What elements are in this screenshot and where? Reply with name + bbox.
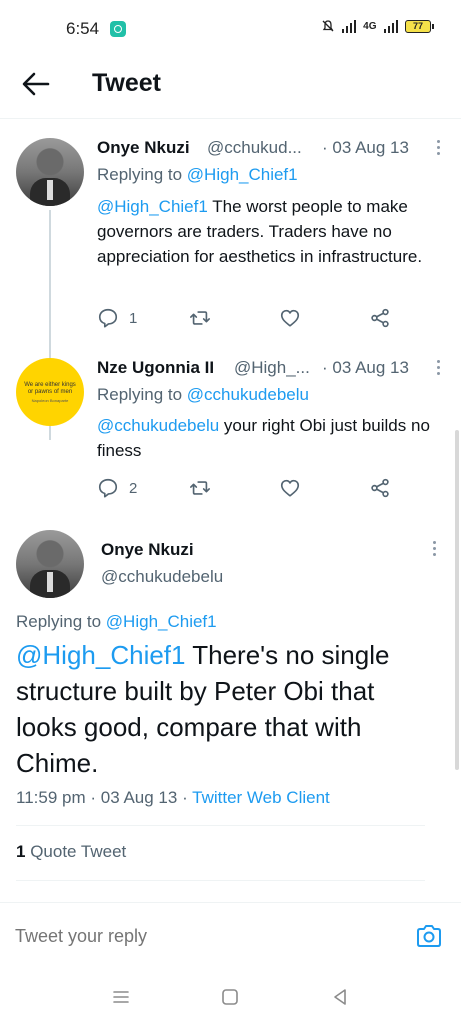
tweet-actions: 1 <box>97 307 461 331</box>
replying-prefix: Replying to <box>16 612 102 631</box>
tweet-text: @High_Chief1 The worst people to make go… <box>97 194 443 269</box>
replying-to: Replying to @High_Chief1 <box>97 165 298 185</box>
tweet-date: · 03 Aug 13 <box>322 358 409 377</box>
status-bar: 6:54 4G 77 <box>0 0 461 56</box>
more-options-icon[interactable] <box>437 360 441 375</box>
tweet-meta: Onye Nkuzi @cchukud... · 03 Aug 13 <box>97 138 461 162</box>
network-type: 4G <box>363 20 377 32</box>
tweet-date: · 03 Aug 13 <box>322 138 409 157</box>
reply-count: 2 <box>129 479 138 497</box>
retweet-icon <box>190 481 210 495</box>
tweet-actions: 2 <box>97 477 461 501</box>
share-button[interactable] <box>369 477 391 499</box>
quote-count: 1 <box>16 842 26 861</box>
tweet-text: @cchukudebelu your right Obi just builds… <box>97 413 443 463</box>
avatar-subtext: Napoleon Bonaparte <box>31 397 69 403</box>
heart-icon <box>280 309 300 327</box>
retweet-button[interactable] <box>189 307 221 329</box>
like-button[interactable] <box>279 307 311 329</box>
scrollbar[interactable] <box>455 430 459 770</box>
retweet-icon <box>190 311 210 325</box>
share-icon <box>371 308 389 328</box>
quote-tweets-link[interactable]: 1 Quote Tweet <box>16 842 126 862</box>
replying-to-link[interactable]: @High_Chief1 <box>106 612 217 631</box>
tweet-date: 03 Aug 13 <box>100 788 178 807</box>
avatar[interactable] <box>16 138 84 206</box>
header-divider <box>0 118 461 119</box>
more-options-icon[interactable] <box>433 541 437 556</box>
main-replying-to: Replying to @High_Chief1 <box>16 612 217 632</box>
share-button[interactable] <box>369 307 391 329</box>
tweet-time: 11:59 pm <box>16 788 86 807</box>
system-nav-bar <box>0 972 461 1024</box>
mute-bell-icon <box>322 20 334 32</box>
heart-icon <box>280 479 300 497</box>
signal-icon-2 <box>383 19 398 33</box>
author-name[interactable]: Onye Nkuzi <box>97 138 190 158</box>
mention-link[interactable]: @cchukudebelu <box>97 416 219 435</box>
page-title: Tweet <box>92 69 161 97</box>
chat-app-icon <box>110 21 126 37</box>
divider <box>16 825 425 826</box>
main-author-name[interactable]: Onye Nkuzi <box>101 540 194 560</box>
avatar[interactable]: We are either kings or pawns of men Napo… <box>16 358 84 426</box>
battery-icon: 77 <box>405 19 434 33</box>
status-time: 6:54 <box>66 19 100 38</box>
reply-button[interactable]: 2 <box>97 477 137 499</box>
replying-prefix: Replying to <box>97 165 183 184</box>
home-icon[interactable] <box>219 986 241 1008</box>
tweet-timestamp: 11:59 pm · 03 Aug 13 · Twitter Web Clien… <box>16 788 330 807</box>
reply-icon <box>98 308 118 328</box>
replying-prefix: Replying to <box>97 385 183 404</box>
back-arrow-icon[interactable] <box>20 70 52 98</box>
share-icon <box>371 478 389 498</box>
tweet-client-link[interactable]: Twitter Web Client <box>192 788 330 807</box>
menu-icon[interactable] <box>110 986 132 1008</box>
author-name[interactable]: Nze Ugonnia II <box>97 358 214 378</box>
replying-to-link[interactable]: @cchukudebelu <box>187 385 309 404</box>
reply-tweet-2[interactable]: We are either kings or pawns of men Napo… <box>0 358 461 508</box>
divider <box>16 880 425 881</box>
main-tweet-text: @High_Chief1 There's no single structure… <box>16 637 425 781</box>
like-button[interactable] <box>279 477 311 499</box>
mention-link[interactable]: @High_Chief1 <box>97 197 208 216</box>
reply-button[interactable]: 1 <box>97 307 137 329</box>
avatar-text: We are either kings or pawns of men <box>24 381 76 395</box>
retweet-button[interactable] <box>189 477 221 499</box>
reply-icon <box>98 478 118 498</box>
author-handle[interactable]: @High_... <box>234 358 310 378</box>
reply-count: 1 <box>129 309 138 327</box>
replying-to: Replying to @cchukudebelu <box>97 385 309 405</box>
quote-label: Quote Tweet <box>30 842 127 861</box>
more-options-icon[interactable] <box>437 140 441 155</box>
main-author-avatar[interactable] <box>16 530 84 598</box>
back-icon[interactable] <box>329 986 351 1008</box>
replying-to-link[interactable]: @High_Chief1 <box>187 165 298 184</box>
main-author-handle[interactable]: @cchukudebelu <box>101 567 223 587</box>
camera-icon[interactable] <box>415 923 443 949</box>
reply-input[interactable] <box>15 926 355 947</box>
status-icons: 4G 77 <box>321 19 434 33</box>
reply-composer <box>0 902 461 972</box>
signal-icon <box>341 19 357 33</box>
reply-tweet-1[interactable]: Onye Nkuzi @cchukud... · 03 Aug 13 Reply… <box>0 138 461 440</box>
page-header: Tweet <box>0 56 461 116</box>
author-handle[interactable]: @cchukud... <box>207 138 302 158</box>
tweet-meta: Nze Ugonnia II @High_... · 03 Aug 13 <box>97 358 461 382</box>
mention-link[interactable]: @High_Chief1 <box>16 640 185 670</box>
